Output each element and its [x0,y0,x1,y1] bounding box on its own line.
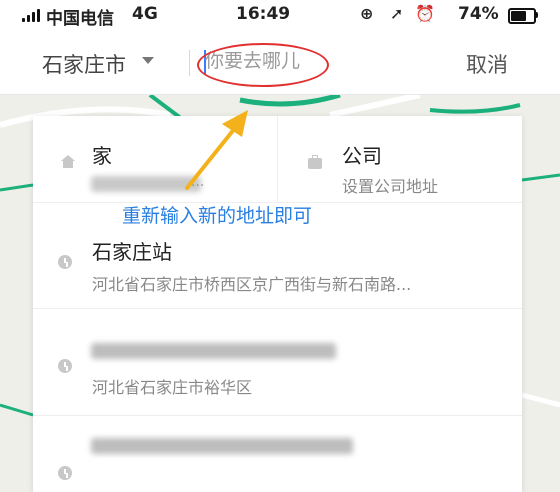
city-selector[interactable]: 石家庄市 [42,49,126,79]
battery-icon [508,8,536,24]
lock-rotation-icon: ⊕ [360,4,374,23]
suggestion-panel: 家 ... 公司 设置公司地址 石家庄站 河北省石家庄市桥西区京广西街与新石南路… [33,116,522,492]
carrier-name: 中国电信 [46,9,114,29]
chevron-down-icon[interactable] [142,57,154,64]
home-address-ellipsis: ... [191,174,205,190]
network-type: 4G [132,4,158,24]
home-icon [61,155,75,168]
suggestion-title-redacted [91,343,336,359]
battery-percent: 74% [458,4,499,24]
destination-search-input[interactable] [205,46,385,76]
suggestion-item[interactable]: 河北省石家庄市裕华区 [33,309,522,415]
suggestion-address: 河北省石家庄市裕华区 [92,378,253,397]
status-time: 16:49 [236,4,291,24]
battery-cap [535,12,538,18]
history-clock-icon [58,359,72,373]
history-clock-icon [58,466,72,480]
suggestion-item[interactable] [33,416,522,492]
status-bar: 中国电信 4G 16:49 ⊕ ➚ ⏰ 74% [0,0,560,30]
history-clock-icon [58,255,72,269]
signal-strength-icon [22,9,40,22]
work-shortcut[interactable]: 公司 设置公司地址 [278,116,522,202]
suggestion-title-redacted [91,438,353,454]
alarm-icon: ⏰ [415,4,435,23]
briefcase-icon [308,155,322,169]
search-bar: 石家庄市 取消 [0,30,560,95]
home-label: 家 [92,144,112,168]
work-subtitle: 设置公司地址 [342,177,439,196]
home-shortcut[interactable]: 家 ... [33,116,277,202]
suggestion-address: 河北省石家庄市桥西区京广西街与新石南路... [92,275,412,294]
home-address-redacted [91,176,201,192]
search-divider [189,50,190,76]
cancel-button[interactable]: 取消 [466,49,508,79]
suggestion-title: 石家庄站 [92,240,172,264]
annotation-text: 重新输入新的地址即可 [122,205,313,227]
battery-level-fill [511,11,526,21]
location-arrow-icon: ➚ [390,4,404,23]
work-label: 公司 [342,144,382,168]
